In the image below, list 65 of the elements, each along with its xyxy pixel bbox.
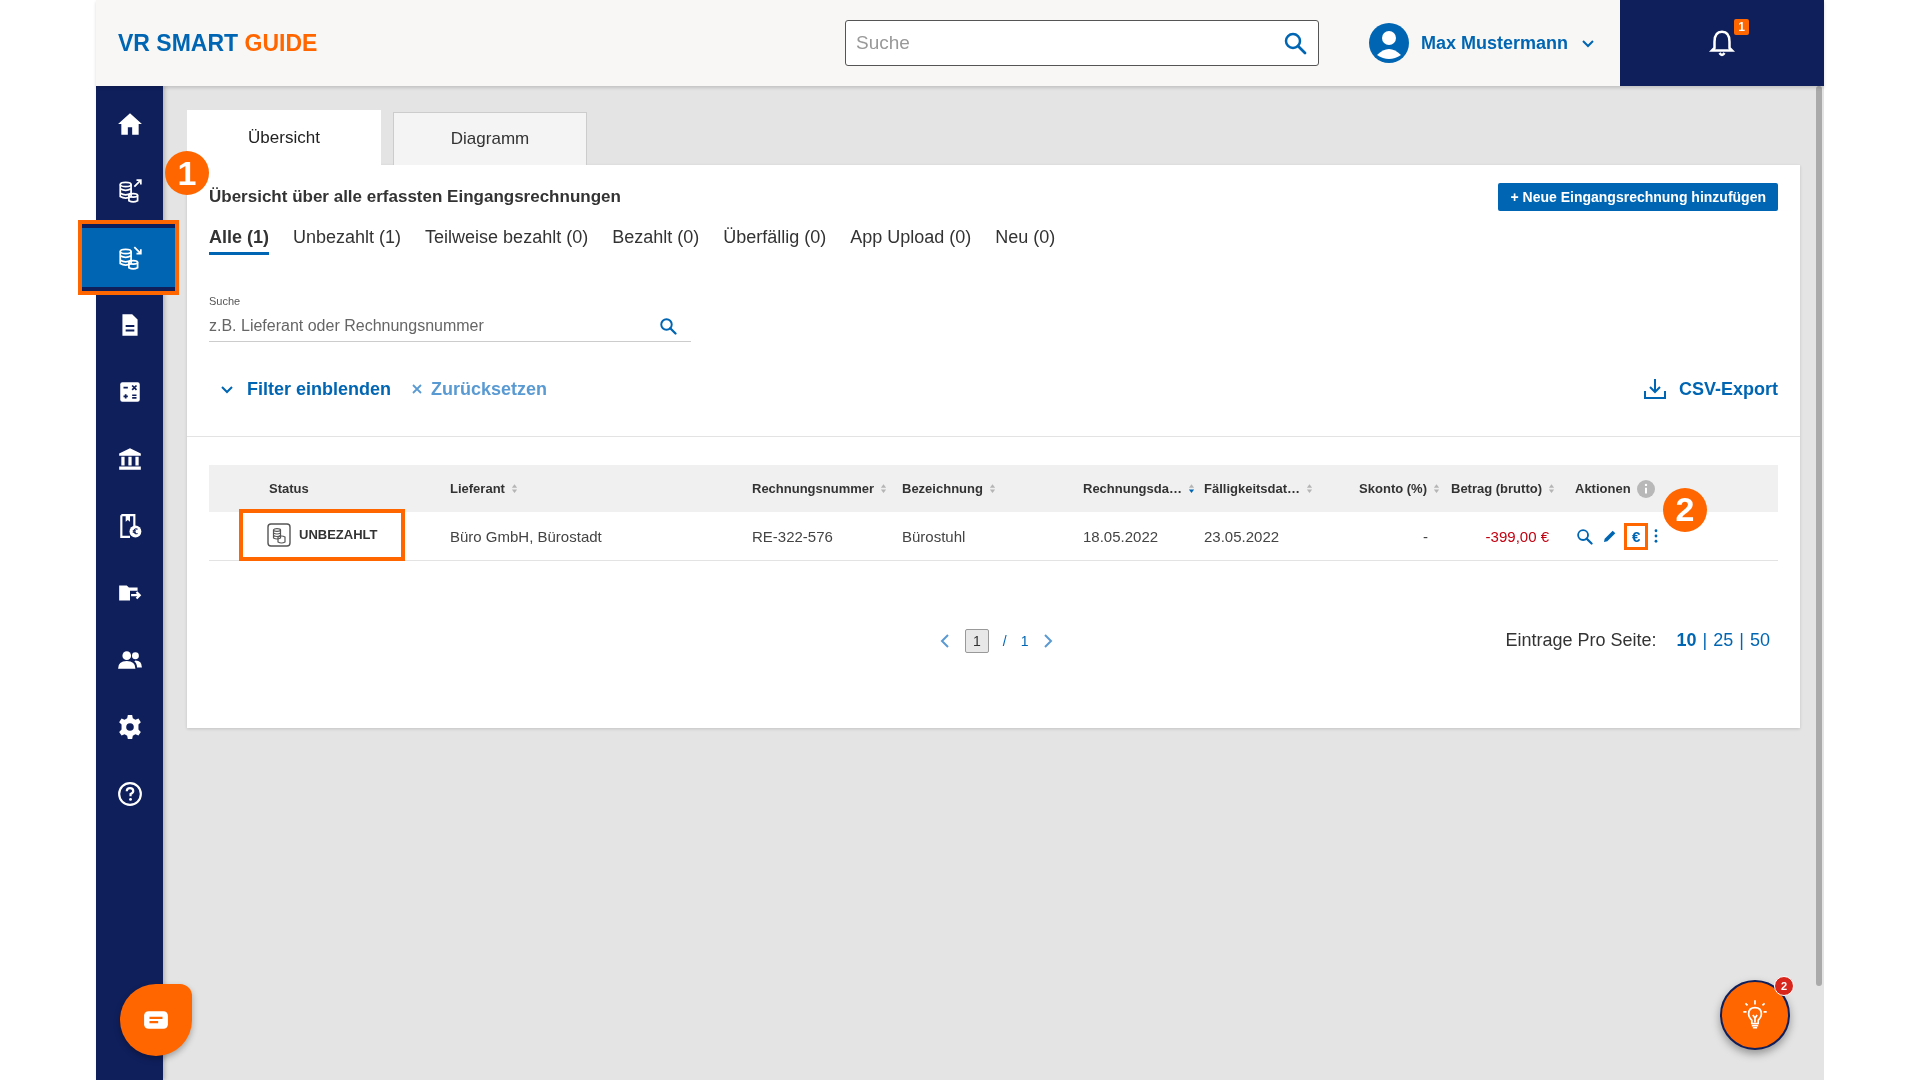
coins-arrow-icon xyxy=(116,177,143,204)
search-icon[interactable] xyxy=(1576,527,1593,545)
table-cell-text: RE-322-576 xyxy=(752,527,834,545)
logo[interactable]: VR SMART GUIDE xyxy=(118,29,318,57)
sort-descending-icon[interactable] xyxy=(1187,483,1195,494)
step-marker: 1 xyxy=(165,151,209,195)
help-icon xyxy=(116,780,143,807)
user-avatar-icon[interactable] xyxy=(1368,23,1409,63)
tips-badge: 2 xyxy=(1774,976,1794,996)
coins-icon xyxy=(267,522,291,547)
table-cell-text: 18.05.2022 xyxy=(1083,527,1160,545)
status-badge: UNBEZAHLT xyxy=(253,522,392,547)
table-cell-text: Büro GmbH, Bürostadt xyxy=(450,527,603,545)
table-cell-text: 23.05.2022 xyxy=(1204,527,1281,545)
filter-tab[interactable]: Überfällig (0) xyxy=(723,227,827,255)
close-icon xyxy=(411,383,424,395)
filter-tab[interactable]: Teilweise bezahlt (0) xyxy=(425,227,589,255)
filter-tab[interactable]: Bezahlt (0) xyxy=(612,227,700,255)
column-header[interactable]: Fälligkeitsdat… xyxy=(1204,481,1301,496)
per-page-option[interactable]: 10 xyxy=(1676,630,1697,651)
filter-tab[interactable]: App Upload (0) xyxy=(850,227,972,255)
search-icon[interactable] xyxy=(1282,31,1307,55)
chevron-right-icon[interactable] xyxy=(1042,632,1055,649)
column-header[interactable]: Rechnungsda… xyxy=(1083,481,1182,496)
page-tab[interactable]: Diagramm xyxy=(393,112,587,165)
table-cell-text: Bürostuhl xyxy=(902,527,967,545)
per-page-option[interactable]: 25 xyxy=(1713,630,1734,651)
per-page-label: Eintrage Pro Seite: xyxy=(1505,630,1657,651)
option-separator: | xyxy=(1702,630,1708,651)
filter-tab[interactable]: Alle (1) xyxy=(209,227,269,255)
more-icon[interactable] xyxy=(1654,529,1659,543)
search-icon[interactable] xyxy=(659,317,677,335)
chat-icon xyxy=(143,1009,169,1031)
column-header[interactable]: Status xyxy=(269,481,309,496)
total-pages[interactable]: 1 xyxy=(1020,632,1029,649)
column-header[interactable]: Aktionen xyxy=(1575,481,1631,496)
search-label: Suche xyxy=(209,295,242,307)
search-field[interactable]: Suche xyxy=(844,20,1319,66)
column-header[interactable]: Betrag (brutto) xyxy=(1451,481,1542,496)
column-header[interactable]: Rechnungsnummer xyxy=(752,481,875,496)
section-title: Übersicht über alle erfassten Eingangsrechnungen xyxy=(209,187,621,207)
user-name[interactable]: Max Mustermann xyxy=(1420,32,1568,54)
current-page[interactable]: 1 xyxy=(965,628,989,653)
coins-arrow-icon xyxy=(116,244,143,271)
page-separator: / xyxy=(1002,632,1007,649)
amount-cell-text: -399,00 € xyxy=(1484,527,1550,545)
table-cell-text: - xyxy=(1422,527,1429,545)
pencil-icon[interactable] xyxy=(1602,528,1618,544)
chat-button[interactable] xyxy=(120,984,192,1056)
download-icon xyxy=(1642,377,1667,401)
csv-export-link[interactable]: CSV-Export xyxy=(1632,377,1778,401)
column-header[interactable]: Bezeichnung xyxy=(902,481,983,496)
column-header[interactable]: Skonto (%) xyxy=(1359,481,1427,496)
scrollbar[interactable] xyxy=(1816,86,1822,986)
notification-badge: 1 xyxy=(1734,19,1749,35)
bell-icon[interactable] xyxy=(1707,28,1737,58)
per-page-option[interactable]: 50 xyxy=(1749,630,1770,651)
chevron-left-icon[interactable] xyxy=(939,632,951,649)
column-header[interactable]: Lieferant xyxy=(450,481,505,496)
filter-tab[interactable]: Unbezahlt (1) xyxy=(293,227,402,255)
add-invoice-button[interactable]: + Neue Eingangsrechnung hinzufügen xyxy=(1498,183,1778,211)
filter-tab[interactable]: Neu (0) xyxy=(995,227,1056,255)
bank-icon xyxy=(116,445,143,472)
filter-toggle[interactable]: Filter einblenden xyxy=(209,378,392,400)
option-separator: | xyxy=(1739,630,1744,651)
